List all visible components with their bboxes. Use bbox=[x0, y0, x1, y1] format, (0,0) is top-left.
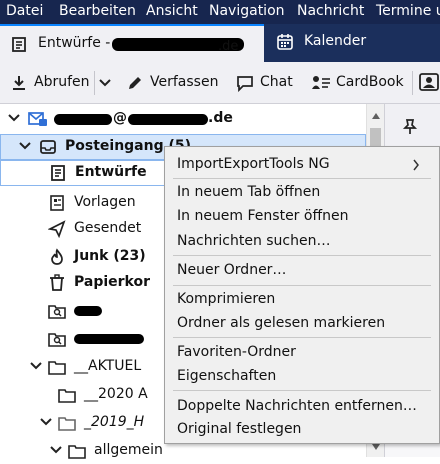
pencil-icon bbox=[129, 77, 141, 89]
scroll-up-arrow-icon[interactable] bbox=[371, 112, 381, 120]
menu-separator bbox=[173, 255, 431, 256]
folder-aktuell-label: __AKTUEL bbox=[74, 358, 142, 374]
menu-item-importexport[interactable]: ImportExportTools NG bbox=[177, 156, 330, 172]
drafts-icon bbox=[51, 165, 65, 181]
menu-separator bbox=[173, 178, 431, 179]
templates-icon bbox=[50, 195, 64, 211]
send-icon bbox=[48, 220, 66, 238]
junk-flame-icon bbox=[51, 248, 63, 265]
menu-item-open-window[interactable]: In neuem Fenster öffnen bbox=[177, 208, 348, 224]
chevron-down-icon[interactable] bbox=[50, 445, 62, 455]
cardbook-button[interactable]: CardBook bbox=[311, 73, 409, 93]
download-icon bbox=[13, 76, 25, 90]
mail-folder-icon bbox=[12, 37, 26, 52]
cardbook-icon bbox=[312, 76, 330, 89]
folder-icon bbox=[48, 361, 66, 375]
menu-message[interactable]: Nachricht bbox=[297, 3, 364, 19]
menu-edit[interactable]: Bearbeiten bbox=[59, 3, 136, 19]
menu-item-remove-duplicates[interactable]: Doppelte Nachrichten entfernen… bbox=[177, 398, 417, 414]
account-at-sign: @ bbox=[113, 110, 127, 126]
folder-trash-label: Papierkor bbox=[74, 274, 151, 290]
account-domain-suffix: .de bbox=[208, 110, 233, 126]
tab-calendar-label: Kalender bbox=[304, 33, 367, 49]
get-messages-label: Abrufen bbox=[34, 74, 90, 90]
chevron-down-icon[interactable] bbox=[40, 417, 52, 427]
main-toolbar: Abrufen Verfassen Chat CardBook bbox=[0, 62, 440, 104]
redacted-folder-name bbox=[74, 334, 144, 344]
scroll-down-arrow-icon[interactable] bbox=[371, 443, 381, 451]
redacted-account-domain bbox=[128, 114, 208, 125]
toolbar-separator bbox=[94, 71, 95, 95]
menu-file[interactable]: Datei bbox=[6, 3, 43, 19]
folder-icon bbox=[68, 445, 86, 459]
menu-item-new-folder[interactable]: Neuer Ordner… bbox=[177, 262, 286, 278]
trash-icon bbox=[50, 274, 64, 291]
menu-item-favorite[interactable]: Favoriten-Ordner bbox=[177, 344, 296, 360]
redacted-folder-name bbox=[74, 306, 102, 316]
svg-text:.de: .de bbox=[218, 39, 238, 54]
folder-icon bbox=[58, 417, 76, 431]
menu-item-open-tab[interactable]: In neuem Tab öffnen bbox=[177, 184, 320, 200]
chevron-down-icon[interactable] bbox=[19, 141, 31, 151]
menu-bar: Datei Bearbeiten Ansicht Navigation Nach… bbox=[0, 0, 440, 24]
folder-sent-label: Gesendet bbox=[74, 220, 142, 236]
folder-templates-label: Vorlagen bbox=[74, 194, 136, 210]
pin-icon[interactable] bbox=[401, 118, 419, 136]
chevron-down-icon[interactable] bbox=[8, 113, 20, 123]
menu-item-mark-read[interactable]: Ordner als gelesen markieren bbox=[177, 315, 385, 331]
chat-icon bbox=[237, 76, 253, 92]
redacted-account-name bbox=[54, 114, 112, 125]
chevron-down-icon[interactable] bbox=[30, 361, 42, 371]
chevron-down-icon[interactable] bbox=[99, 78, 111, 88]
calendar-icon bbox=[277, 34, 293, 50]
folder-context-menu: ImportExportTools NG In neuem Tab öffnen… bbox=[164, 146, 440, 444]
chat-label: Chat bbox=[260, 74, 293, 90]
menu-navigation[interactable]: Navigation bbox=[209, 3, 285, 19]
compose-label: Verfassen bbox=[150, 74, 219, 90]
menu-separator bbox=[173, 390, 431, 391]
folder-junk-label: Junk (23) bbox=[74, 248, 146, 264]
menu-item-properties[interactable]: Eigenschaften bbox=[177, 368, 276, 384]
folder-2019-label: _2019_H bbox=[84, 414, 145, 430]
account-row[interactable]: @ .de bbox=[0, 106, 366, 132]
cardbook-label: CardBook bbox=[336, 74, 404, 90]
menu-view[interactable]: Ansicht bbox=[146, 3, 198, 19]
tab-strip: Entwürfe - .de Kalender bbox=[0, 24, 440, 62]
address-book-icon[interactable] bbox=[418, 72, 440, 92]
saved-search-icon bbox=[48, 305, 66, 319]
toolbar-separator bbox=[412, 71, 413, 95]
menu-separator bbox=[173, 285, 431, 286]
menu-item-search-messages[interactable]: Nachrichten suchen… bbox=[177, 233, 331, 249]
tab-drafts-label: Entwürfe - bbox=[38, 35, 111, 51]
mail-account-icon bbox=[28, 112, 47, 126]
menu-item-set-original[interactable]: Original festlegen bbox=[177, 421, 301, 437]
menu-separator bbox=[173, 337, 431, 338]
folder-drafts-label: Entwürfe bbox=[75, 164, 147, 180]
menu-events[interactable]: Termine u bbox=[376, 3, 440, 19]
inbox-icon bbox=[40, 140, 56, 154]
saved-search-icon bbox=[48, 333, 66, 347]
submenu-arrow-icon bbox=[413, 159, 419, 171]
tab-calendar[interactable]: Kalender bbox=[264, 24, 440, 62]
compose-button[interactable]: Verfassen bbox=[126, 73, 219, 93]
menu-item-compact[interactable]: Komprimieren bbox=[177, 291, 275, 307]
folder-allgemein-label: allgemein bbox=[94, 442, 163, 458]
folder-icon bbox=[58, 389, 76, 403]
get-messages-button[interactable]: Abrufen bbox=[10, 73, 90, 93]
tab-drafts[interactable]: Entwürfe - .de bbox=[0, 24, 264, 62]
folder-2020-label: __2020 A bbox=[84, 386, 148, 402]
chat-button[interactable]: Chat bbox=[236, 73, 296, 93]
tab-domain-suffix: .de bbox=[218, 39, 238, 54]
